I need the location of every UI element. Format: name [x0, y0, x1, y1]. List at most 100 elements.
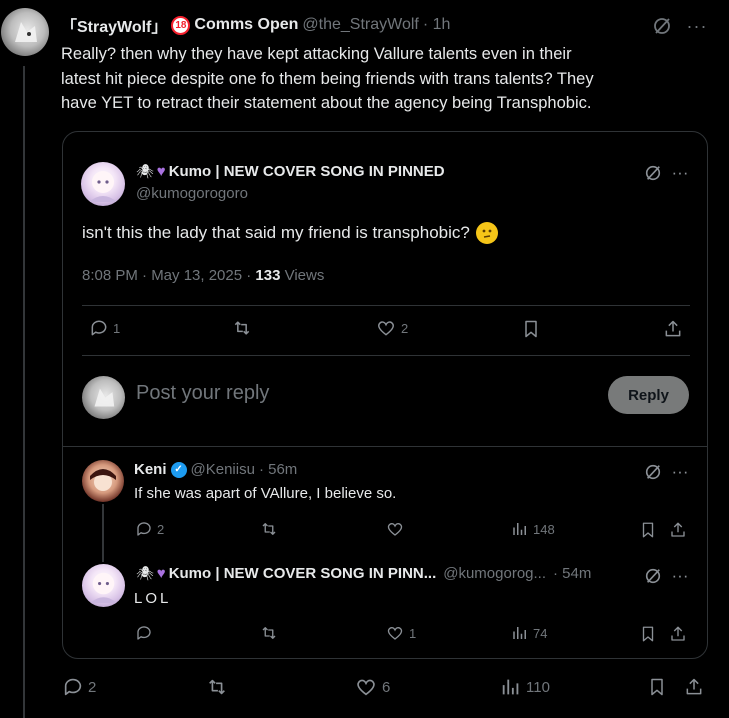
reply-input[interactable]: Post your reply: [136, 382, 516, 410]
author-avatar[interactable]: [1, 8, 49, 56]
share-action[interactable]: [684, 676, 704, 698]
share-icon: [671, 522, 685, 537]
reply-header: 🕷 ♥ Kumo | NEW COVER SONG IN PINN... @ku…: [136, 565, 591, 582]
post-header: 「StrayWolf」 18 Comms Open @the_StrayWolf…: [61, 14, 450, 36]
reply-header: Keni ✓ @Keniisu · 56m: [134, 461, 297, 478]
share-action[interactable]: [669, 624, 687, 644]
like-action[interactable]: 1: [385, 624, 416, 642]
bookmark-action[interactable]: [639, 624, 657, 644]
repost-action[interactable]: [259, 520, 279, 538]
repost-icon: [234, 321, 250, 335]
purple-heart-icon: ♥: [156, 565, 166, 582]
views-action[interactable]: 110: [500, 676, 550, 698]
repost-icon: [262, 523, 276, 535]
grok-icon[interactable]: [643, 566, 663, 586]
adult-emoji-icon: 18: [171, 15, 191, 35]
views-action[interactable]: 74: [511, 624, 547, 642]
repost-action[interactable]: [259, 624, 279, 642]
reply-icon: [91, 320, 107, 336]
share-icon: [686, 678, 702, 695]
reply-time[interactable]: · 56m: [259, 461, 297, 478]
more-options-icon[interactable]: ···: [669, 566, 691, 586]
analytics-icon: [513, 627, 526, 639]
reply-time[interactable]: · 54m: [553, 565, 591, 582]
reply-author-avatar[interactable]: [82, 564, 125, 607]
reply-action[interactable]: 1: [89, 318, 120, 338]
reply-author-handle[interactable]: @kumogorog...: [443, 565, 546, 582]
quoted-post-text: isn't this the lady that said my friend …: [82, 222, 498, 244]
bookmark-action[interactable]: [647, 676, 667, 698]
reply-icon: [64, 678, 82, 696]
reply-author-name[interactable]: Keni: [134, 461, 167, 478]
verified-badge-icon: ✓: [170, 461, 187, 478]
heart-icon: [357, 679, 375, 696]
post-time[interactable]: · 1h: [423, 16, 451, 34]
wolf-avatar-icon: [15, 22, 37, 42]
repost-action[interactable]: [205, 676, 229, 698]
heart-icon: [377, 321, 395, 336]
quoted-author-avatar[interactable]: [81, 162, 125, 206]
anime-avatar-icon: [90, 469, 116, 491]
quoted-post-timestamp[interactable]: 8:08 PM · May 13, 2025 ·: [82, 267, 255, 284]
wolf-avatar-icon: [94, 388, 115, 407]
reply-action[interactable]: 2: [135, 520, 164, 538]
analytics-icon: [513, 523, 526, 535]
grok-icon[interactable]: [643, 163, 663, 183]
quoted-post-views-count: 133: [255, 267, 281, 284]
spider-icon: 🕷: [136, 163, 154, 179]
reply-text: LOL: [134, 590, 172, 607]
repost-action[interactable]: [231, 318, 253, 338]
quoted-post-views-label: Views: [280, 267, 325, 284]
quoted-author-name[interactable]: Kumo | NEW COVER SONG IN PINNED: [169, 163, 445, 180]
quoted-post-card[interactable]: 🕷 ♥ Kumo | NEW COVER SONG IN PINNED @kum…: [62, 131, 708, 659]
author-handle[interactable]: @the_StrayWolf: [302, 16, 418, 34]
more-options-icon[interactable]: ···: [686, 15, 708, 37]
anime-avatar-icon: [89, 572, 118, 604]
quoted-post-meta: 8:08 PM · May 13, 2025 · 133 Views: [82, 267, 324, 284]
share-action[interactable]: [669, 520, 687, 540]
grok-icon[interactable]: [643, 462, 663, 482]
reply-thread-line: [102, 504, 104, 562]
spider-icon: 🕷: [136, 565, 154, 581]
reply-action[interactable]: 2: [62, 676, 96, 698]
author-name-suffix[interactable]: Comms Open: [194, 16, 298, 34]
reply-button[interactable]: Reply: [608, 376, 689, 414]
heart-icon: [387, 522, 403, 536]
analytics-icon: [502, 679, 519, 695]
reply-action[interactable]: [135, 624, 153, 642]
share-action[interactable]: [663, 318, 683, 340]
quoted-post-header: 🕷 ♥ Kumo | NEW COVER SONG IN PINNED: [136, 163, 445, 180]
like-action[interactable]: [385, 520, 405, 538]
share-icon: [665, 320, 681, 337]
reply-author-handle[interactable]: @Keniisu: [191, 461, 255, 478]
bookmark-action[interactable]: [639, 520, 657, 540]
bookmark-action[interactable]: [521, 318, 541, 340]
reply-author-avatar[interactable]: [82, 460, 124, 502]
reply-icon: [137, 522, 151, 536]
share-icon: [671, 626, 685, 641]
anime-avatar-icon: [89, 171, 117, 202]
quoted-author-handle[interactable]: @kumogorogoro: [136, 185, 248, 202]
thread-connector-line: [23, 66, 25, 718]
author-display-name[interactable]: 「StrayWolf」: [61, 13, 167, 37]
bookmark-icon: [642, 522, 654, 538]
repost-icon: [262, 627, 276, 639]
heart-icon: [387, 626, 403, 640]
post-text: Really? then why they have kept attackin…: [61, 45, 594, 112]
like-action[interactable]: 2: [375, 318, 408, 338]
like-action[interactable]: 6: [354, 676, 390, 698]
thinking-face-icon: [475, 222, 498, 244]
more-options-icon[interactable]: ···: [669, 163, 691, 183]
repost-icon: [209, 679, 225, 695]
more-options-icon[interactable]: ···: [669, 462, 691, 482]
grok-icon[interactable]: [651, 15, 673, 37]
purple-heart-icon: ♥: [156, 163, 166, 180]
bookmark-icon: [651, 678, 663, 696]
reply-author-name[interactable]: Kumo | NEW COVER SONG IN PINN...: [169, 565, 437, 582]
reply-icon: [137, 626, 151, 640]
current-user-avatar[interactable]: [82, 376, 125, 419]
bookmark-icon: [642, 626, 654, 642]
reply-text: If she was apart of VAllure, I believe s…: [134, 485, 397, 502]
bookmark-icon: [525, 320, 537, 338]
views-action[interactable]: 148: [511, 520, 555, 538]
